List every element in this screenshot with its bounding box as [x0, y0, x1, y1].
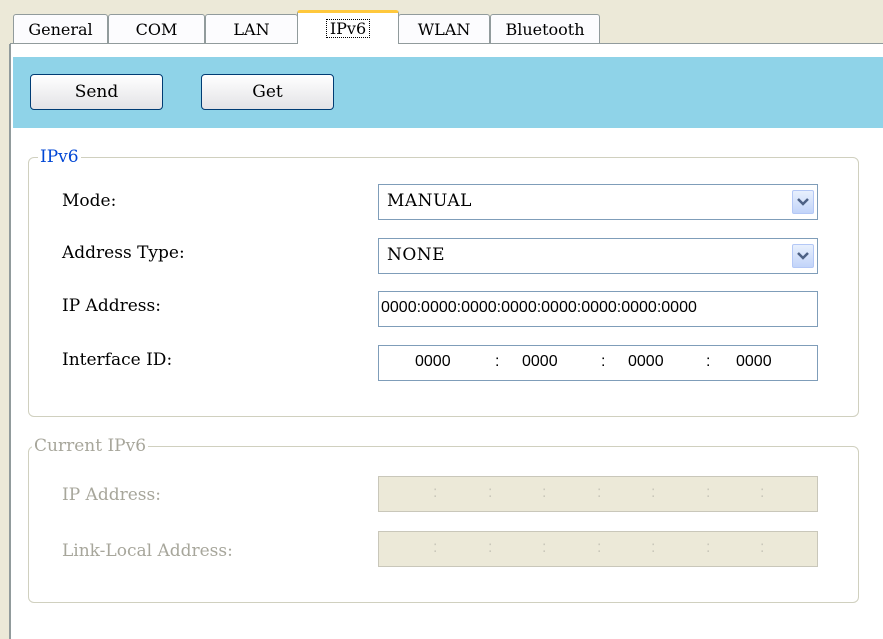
tab-label: Bluetooth — [505, 19, 585, 39]
address-type-label: Address Type: — [62, 243, 185, 263]
address-type-select[interactable]: NONE — [378, 238, 818, 274]
interface-id-label: Interface ID: — [62, 350, 173, 370]
separator: : — [433, 539, 438, 556]
get-button[interactable]: Get — [201, 74, 334, 110]
tab-label: COM — [135, 19, 178, 39]
current-ip-address-label: IP Address: — [62, 485, 161, 505]
tab-lan[interactable]: LAN — [205, 14, 298, 43]
current-ipv6-group — [28, 446, 859, 603]
separator: : — [706, 539, 711, 556]
mode-label: Mode: — [62, 191, 117, 211]
tab-general[interactable]: General — [13, 14, 108, 43]
tab-label: General — [28, 19, 93, 39]
ip-address-value: 0000:0000:0000:0000:0000:0000:0000:0000 — [381, 299, 697, 316]
ip-address-input[interactable]: 0000:0000:0000:0000:0000:0000:0000:0000 — [378, 291, 818, 327]
tab-label: WLAN — [417, 19, 471, 39]
mode-value: MANUAL — [387, 191, 472, 211]
tab-strip: General COM LAN IPv6 WLAN Bluetooth — [0, 0, 883, 44]
tab-com[interactable]: COM — [108, 14, 205, 43]
tab-label: LAN — [233, 19, 270, 39]
link-local-address-field: : : : : : : : — [378, 531, 818, 567]
chevron-down-icon[interactable] — [792, 190, 814, 214]
send-button[interactable]: Send — [30, 74, 163, 110]
tab-ipv6[interactable]: IPv6 — [297, 10, 399, 44]
interface-id-segment[interactable]: 0000 — [522, 353, 558, 371]
mode-select[interactable]: MANUAL — [378, 184, 818, 220]
tab-label: IPv6 — [325, 19, 371, 38]
current-ip-address-field: : : : : : : : — [378, 476, 818, 512]
separator: : — [433, 484, 438, 501]
interface-id-segment[interactable]: 0000 — [628, 353, 664, 371]
interface-id-segment[interactable]: 0000 — [415, 353, 451, 371]
separator: : — [760, 484, 765, 501]
separator: : — [597, 539, 602, 556]
separator: : — [760, 539, 765, 556]
separator: : — [597, 484, 602, 501]
ip-address-label: IP Address: — [62, 296, 161, 316]
tab-wlan[interactable]: WLAN — [398, 14, 490, 43]
separator: : — [488, 484, 493, 501]
separator: : — [542, 539, 547, 556]
toolbar: Send Get — [13, 57, 883, 128]
separator: : — [706, 484, 711, 501]
link-local-address-label: Link-Local Address: — [62, 541, 233, 561]
separator: : — [601, 353, 606, 370]
interface-id-input[interactable]: 0000 : 0000 : 0000 : 0000 — [378, 345, 818, 381]
tab-bluetooth[interactable]: Bluetooth — [490, 14, 600, 43]
separator: : — [542, 484, 547, 501]
separator: : — [495, 353, 500, 370]
chevron-down-icon[interactable] — [792, 244, 814, 268]
ipv6-group-title: IPv6 — [38, 147, 81, 167]
interface-id-segment[interactable]: 0000 — [736, 353, 772, 371]
address-type-value: NONE — [387, 245, 446, 265]
separator: : — [488, 539, 493, 556]
separator: : — [706, 353, 711, 370]
separator: : — [651, 484, 656, 501]
separator: : — [651, 539, 656, 556]
current-ipv6-group-title: Current IPv6 — [32, 436, 149, 456]
